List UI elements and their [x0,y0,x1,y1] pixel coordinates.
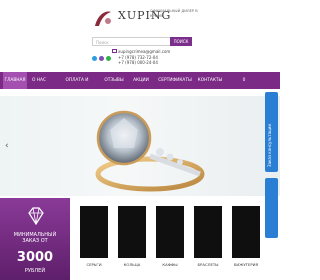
hero-slider[interactable] [0,96,280,196]
viber-icon[interactable] [99,56,104,61]
category-bracelets[interactable]: БРАСЛЕТЫ [190,202,226,272]
contact-phone-2[interactable]: +7 (978) 000-24-04 [118,60,170,66]
rings-image [118,206,146,258]
contact-block: xupingcrimea@gmail.com +7 (978) 732-72-0… [118,49,170,66]
nav-payment-delivery[interactable]: ОПЛАТА И ДОСТАВКА [55,72,99,100]
ring-image [95,110,205,192]
earrings-image [80,206,108,258]
mail-icon [112,49,117,53]
category-label: КАФФЫ [162,262,178,267]
category-label: БРАСЛЕТЫ [197,262,219,267]
nav-promotions[interactable]: АКЦИИ [132,72,150,89]
nav-certificates[interactable]: СЕРТИФИКАТЫ [157,72,193,89]
cuffs-image [156,206,184,258]
bracelets-image [194,206,222,258]
min-order-text: МИНИМАЛЬНЫЙ ЗАКАЗ ОТ [13,232,57,244]
nav-about[interactable]: О НАС [30,72,48,89]
diamond-icon [28,207,44,226]
min-order-unit: РУБЛЕЙ [24,268,46,274]
category-label: СЕРЬГИ [86,262,102,267]
consultation-tab[interactable]: Заказ консультации [265,92,278,172]
cart-count: 0 [242,78,246,83]
category-rings[interactable]: КОЛЬЦА [114,202,150,272]
slider-prev-arrow[interactable]: ‹ [5,141,9,151]
contact-email[interactable]: xupingcrimea@gmail.com [118,49,170,55]
category-label: БИЖУТЕРИЯ [233,262,259,267]
nav-home[interactable]: ГЛАВНАЯ [3,72,27,89]
whatsapp-icon[interactable] [106,56,111,61]
main-nav: ГЛАВНАЯ О НАС ОПЛАТА И ДОСТАВКА ОТЗЫВЫ А… [0,72,280,156]
nav-reviews[interactable]: ОТЗЫВЫ [104,72,124,89]
min-order-sum: 3000 [16,250,54,265]
category-earrings[interactable]: СЕРЬГИ [76,202,112,272]
bijouterie-image [232,206,260,258]
site-header: XUPING ОФИЦИАЛЬНЫЙ ДИЛЕР В КРЫМУ Поиск П… [0,0,280,72]
nav-contacts[interactable]: КОНТАКТЫ [196,72,224,89]
category-label: КОЛЬЦА [123,262,141,267]
brand-tagline: ОФИЦИАЛЬНЫЙ ДИЛЕР В КРЫМУ [150,9,198,18]
logo-icon [95,11,111,26]
category-cuffs[interactable]: КАФФЫ [152,202,188,272]
telegram-icon[interactable] [92,56,97,61]
consultation-tab-label: Заказ консультации [267,124,272,167]
side-floating-button[interactable] [265,178,278,238]
category-bijouterie[interactable]: БИЖУТЕРИЯ [228,202,264,272]
category-grid: СЕРЬГИ КОЛЬЦА КАФФЫ БРАСЛЕТЫ БИЖУТЕРИЯ [74,198,264,280]
search-button[interactable]: ПОИСК [170,37,192,46]
